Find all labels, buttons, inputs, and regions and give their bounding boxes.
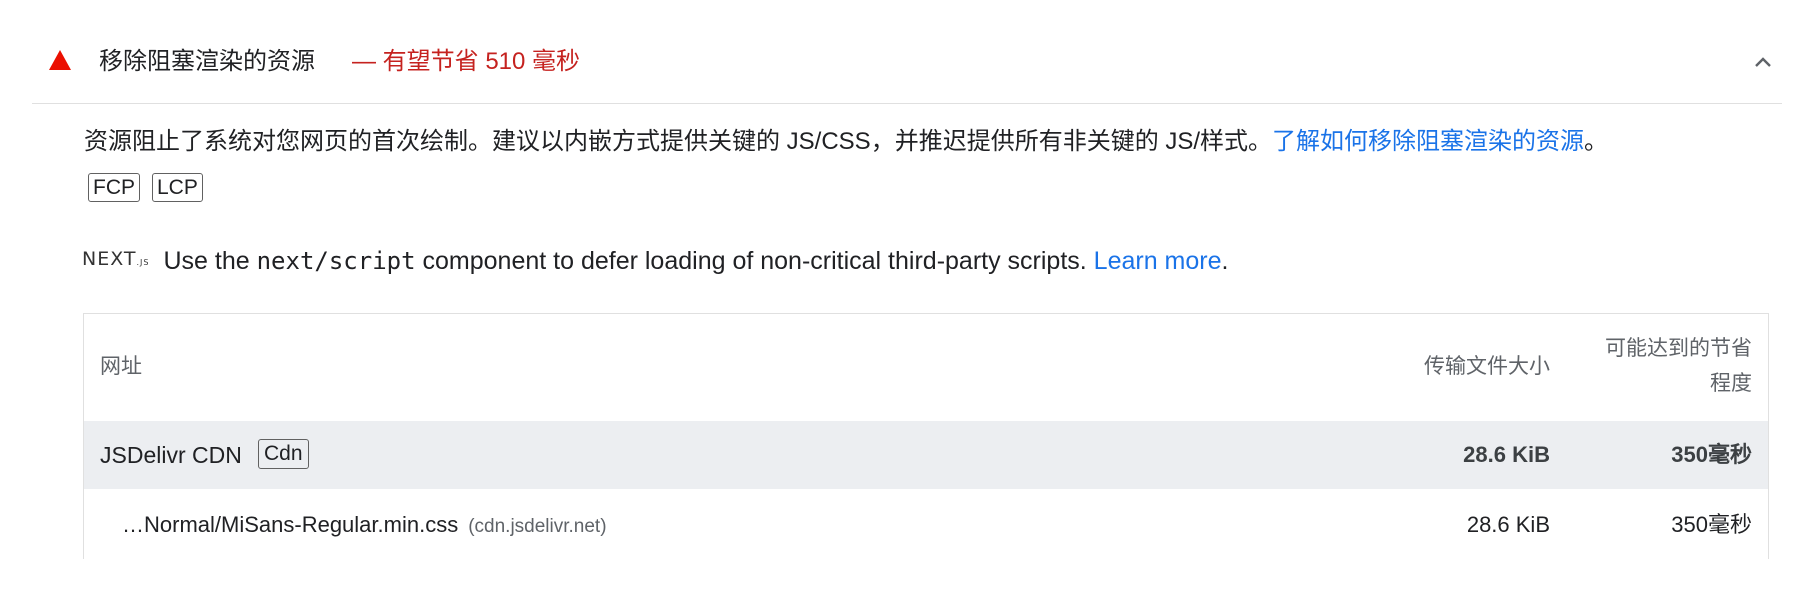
- resource-path: …Normal/MiSans-Regular.min.css: [122, 512, 459, 537]
- column-header-savings-line1: 可能达到的节省: [1605, 337, 1752, 360]
- stack-text-after: component to defer loading of non-critic…: [415, 247, 1094, 275]
- table-header: 网址 传输文件大小 可能达到的节省程度: [84, 314, 1768, 421]
- nextjs-logo-suffix: .JS: [136, 258, 150, 267]
- group-transfer-size: 28.6 KiB: [1463, 442, 1550, 467]
- resource-host: (cdn.jsdelivr.net): [468, 516, 607, 537]
- nextjs-logo-text: NEXT: [82, 248, 137, 270]
- audit-title: 移除阻塞渲染的资源: [99, 48, 315, 75]
- column-header-savings: 可能达到的节省程度: [1582, 331, 1752, 401]
- column-header-transfer-size: 传输文件大小: [1424, 355, 1550, 378]
- description-end: 。: [1584, 128, 1609, 155]
- column-header-url: 网址: [100, 355, 142, 378]
- audit-render-blocking-resources: 移除阻塞渲染的资源 — 有望节省 510 毫秒 资源阻止了系统对您网页的首次绘制…: [0, 0, 1813, 608]
- resource-url[interactable]: …Normal/MiSans-Regular.min.css (cdn.jsdel…: [122, 511, 607, 541]
- description-text: 资源阻止了系统对您网页的首次绘制。建议以内嵌方式提供关键的 JS/CSS，并推迟…: [84, 128, 1273, 155]
- stack-text-end: .: [1221, 247, 1229, 275]
- column-header-savings-line2: 程度: [1710, 372, 1752, 395]
- group-savings: 350毫秒: [1671, 442, 1752, 467]
- entity-tag: Cdn: [258, 439, 309, 469]
- learn-how-link[interactable]: 了解如何移除阻塞渲染的资源: [1272, 128, 1584, 155]
- audit-savings: — 有望节省 510 毫秒: [352, 48, 581, 75]
- table-group-row: JSDelivr CDN Cdn 28.6 KiB 350毫秒: [84, 421, 1768, 489]
- stack-code: next/script: [256, 247, 416, 275]
- nextjs-logo-icon: NEXT.JS: [82, 248, 150, 270]
- audit-header[interactable]: 移除阻塞渲染的资源 — 有望节省 510 毫秒: [32, 22, 1782, 104]
- stack-text-before: Use the: [163, 247, 257, 275]
- stack-pack-nextjs: NEXT.JS Use the next/script component to…: [82, 244, 1228, 278]
- fail-triangle-icon: [49, 50, 71, 70]
- resource-transfer-size: 28.6 KiB: [1466, 512, 1550, 537]
- metric-tags: FCP LCP: [88, 173, 203, 202]
- learn-more-link[interactable]: Learn more: [1094, 247, 1222, 275]
- table-row: …Normal/MiSans-Regular.min.css (cdn.jsdel…: [84, 489, 1768, 559]
- chevron-up-icon[interactable]: [1748, 51, 1778, 73]
- details-table: 网址 传输文件大小 可能达到的节省程度 JSDelivr CDN Cdn 28.…: [83, 313, 1769, 559]
- resource-savings: 350毫秒: [1671, 512, 1752, 537]
- metric-tag-fcp: FCP: [88, 173, 140, 202]
- audit-description: 资源阻止了系统对您网页的首次绘制。建议以内嵌方式提供关键的 JS/CSS，并推迟…: [84, 125, 1784, 159]
- metric-tag-lcp: LCP: [152, 173, 203, 202]
- entity-name: JSDelivr CDN: [100, 442, 242, 468]
- stack-pack-text: Use the next/script component to defer l…: [164, 244, 1229, 278]
